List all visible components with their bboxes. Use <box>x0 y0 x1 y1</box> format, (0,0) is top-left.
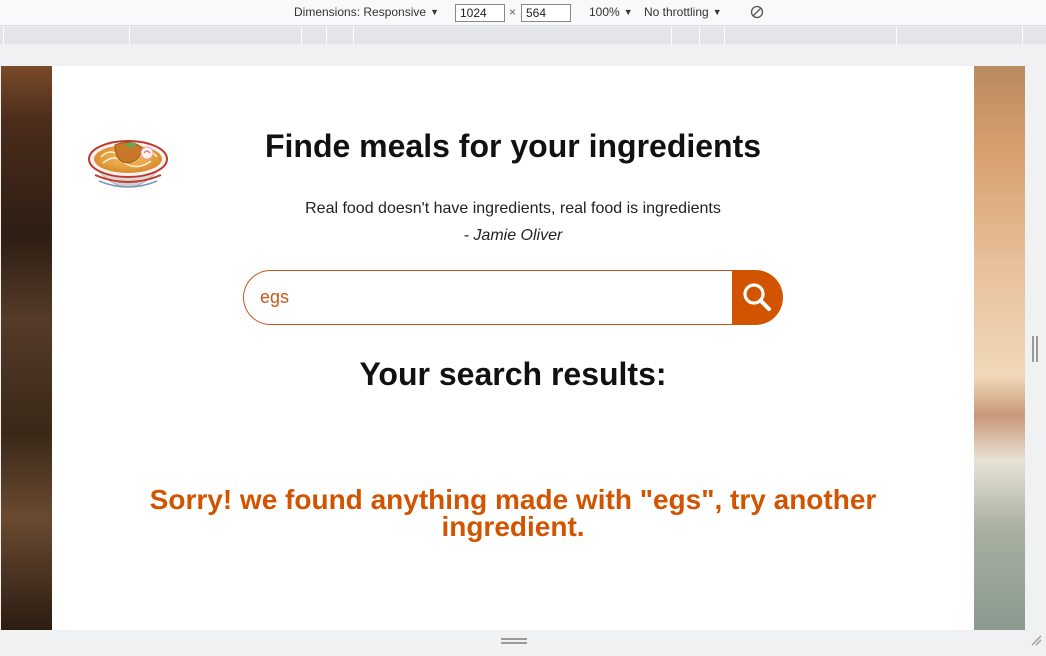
throttling-dropdown[interactable]: No throttling ▼ <box>644 5 722 19</box>
resize-handle-bottom[interactable] <box>501 638 527 644</box>
background-photo-right <box>974 66 1025 630</box>
ruler-segment <box>671 27 672 44</box>
times-sign: × <box>509 5 517 19</box>
resize-corner-icon[interactable] <box>1030 634 1042 646</box>
ruler-segment <box>129 27 130 44</box>
search-form <box>243 270 783 325</box>
no-results-message: Sorry! we found anything made with "egs"… <box>149 484 877 542</box>
height-input[interactable] <box>521 4 571 22</box>
chevron-down-icon: ▼ <box>712 7 722 17</box>
results-heading: Your search results: <box>359 356 667 392</box>
search-button[interactable] <box>732 270 783 325</box>
chevron-down-icon: ▼ <box>623 7 633 17</box>
resize-handle-right[interactable] <box>1032 336 1038 362</box>
ruler-segment <box>301 27 302 44</box>
ruler-segment <box>724 27 725 44</box>
quote-author: - Jamie Oliver <box>463 227 563 244</box>
width-input[interactable] <box>455 4 505 22</box>
dimensions-label: Dimensions: Responsive <box>294 5 427 19</box>
ruler-segment <box>3 27 4 44</box>
device-toolbar: Dimensions: Responsive▼ × 100%▼ No throt… <box>0 0 1046 26</box>
search-input[interactable] <box>243 270 735 325</box>
throttling-label: No throttling <box>644 5 709 19</box>
zoom-label: 100% <box>589 5 620 19</box>
ruler-segment <box>896 27 897 44</box>
dimensions-dropdown[interactable]: Dimensions: Responsive ▼ <box>294 5 439 19</box>
content-panel: Finde meals for your ingredients Real fo… <box>52 66 974 630</box>
page-viewport: Finde meals for your ingredients Real fo… <box>1 66 1025 630</box>
ruler-segment <box>1022 27 1023 44</box>
background-photo-left <box>1 66 53 630</box>
rotate-icon[interactable] <box>750 5 764 19</box>
chevron-down-icon: ▼ <box>430 7 439 17</box>
ruler-segment <box>326 27 327 44</box>
zoom-dropdown[interactable]: 100% ▼ <box>589 5 633 19</box>
viewport-bottom-bar <box>0 630 1046 656</box>
quote-text: Real food doesn't have ingredients, real… <box>305 200 721 217</box>
ruler-segment <box>699 27 700 44</box>
search-icon <box>743 283 771 311</box>
media-query-ruler[interactable] <box>0 27 1046 44</box>
ruler-segment <box>353 27 354 44</box>
page-title: Finde meals for your ingredients <box>264 128 762 164</box>
